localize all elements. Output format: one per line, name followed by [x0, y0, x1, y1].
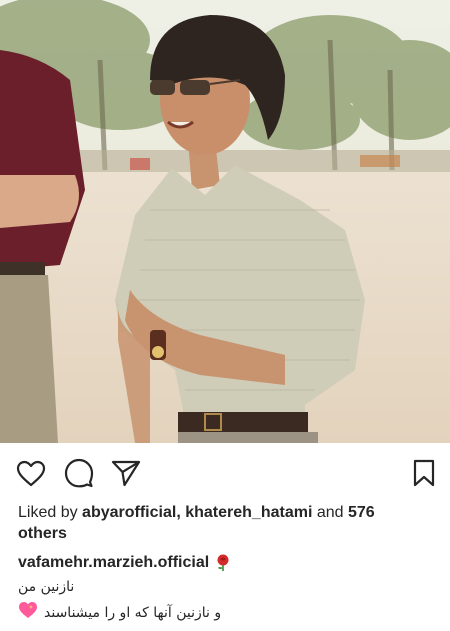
liked-user-link[interactable]: abyarofficial [82, 504, 176, 521]
comment-icon [64, 458, 94, 488]
post-photo[interactable] [0, 0, 450, 443]
action-bar [0, 443, 450, 501]
caption-header: vafamehr.marzieh.official [18, 553, 231, 573]
caption-username[interactable]: vafamehr.marzieh.official [18, 553, 209, 573]
liked-by-prefix: Liked by [18, 504, 78, 521]
and-text: and [316, 504, 344, 521]
share-button[interactable] [111, 458, 141, 488]
likes-summary: Liked by abyarofficial, khatereh_hatami … [18, 502, 428, 544]
others-link[interactable]: others [18, 525, 67, 542]
bookmark-icon [413, 459, 435, 487]
comment-button[interactable] [64, 458, 94, 488]
caption-line-2: و نازنین آنها که او را میشناسند [44, 604, 222, 621]
heart-icon [16, 460, 46, 486]
caption-line-2-row: و نازنین آنها که او را میشناسند [18, 601, 221, 624]
rose-emoji-icon [215, 554, 231, 572]
save-button[interactable] [409, 458, 439, 488]
instagram-post: Liked by abyarofficial, khatereh_hatami … [0, 0, 450, 631]
others-count[interactable]: 576 [348, 504, 375, 521]
liked-separator: , [176, 504, 181, 521]
like-button[interactable] [16, 458, 46, 488]
paper-plane-icon [111, 460, 141, 487]
sparkling-heart-emoji-icon [18, 601, 38, 624]
photo-illustration [0, 0, 450, 443]
caption-line-1: نازنین من [18, 579, 75, 595]
liked-user-link[interactable]: khatereh_hatami [185, 504, 312, 521]
